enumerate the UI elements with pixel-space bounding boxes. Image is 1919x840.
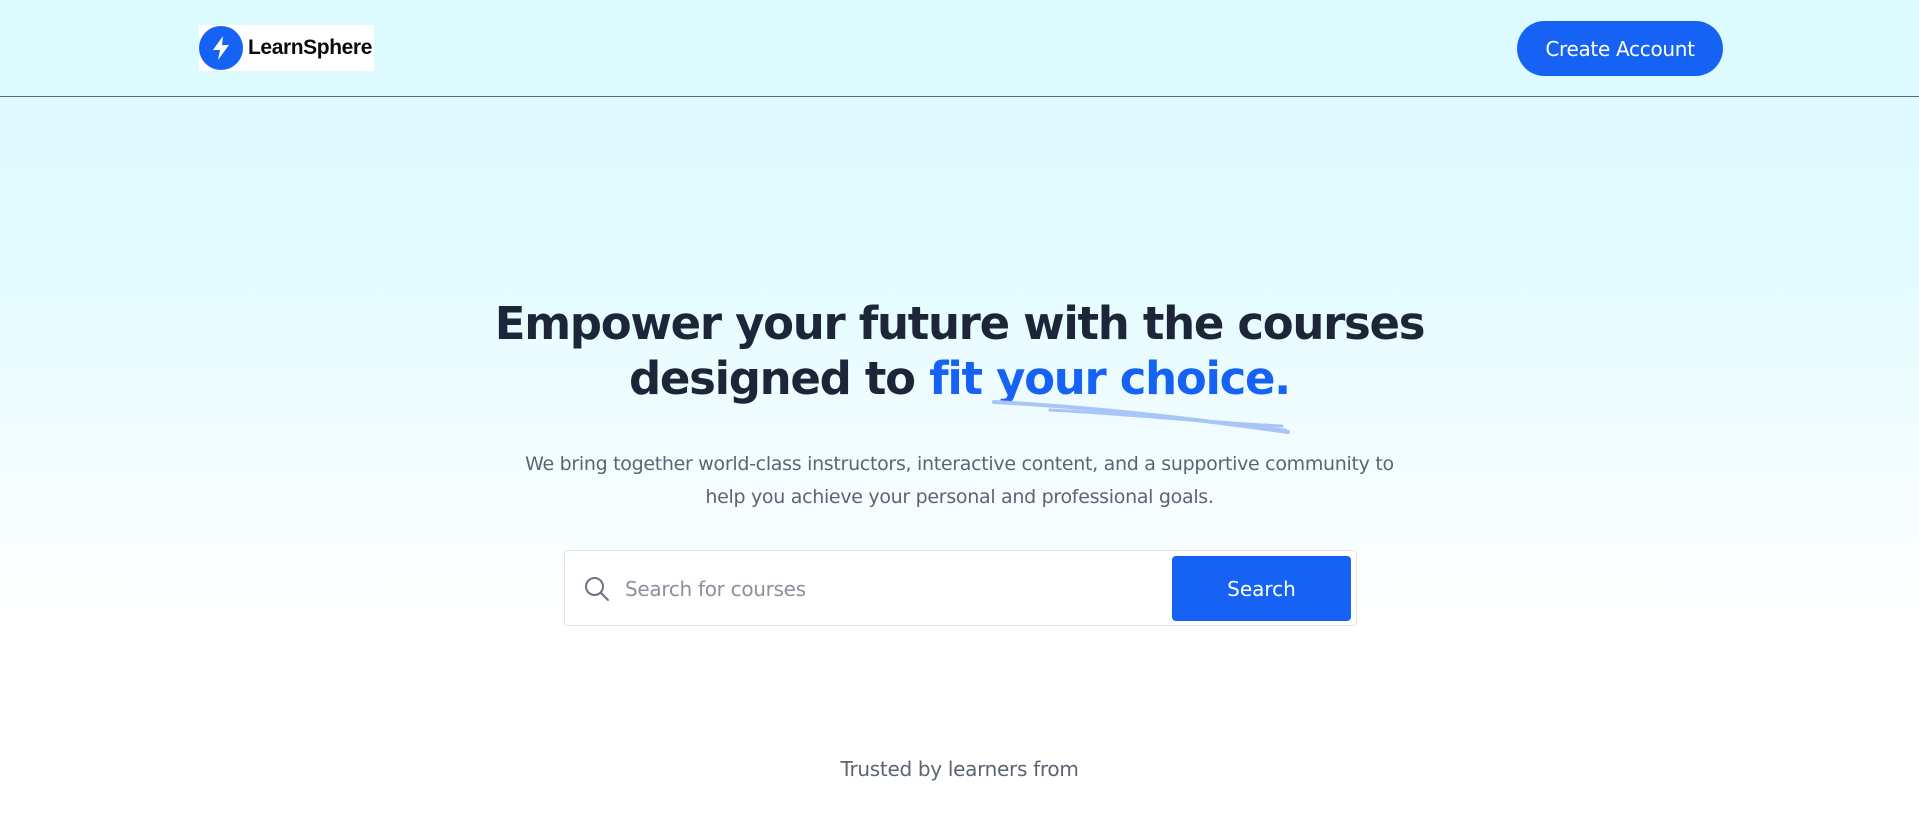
lightning-icon <box>199 26 243 70</box>
hero-subtitle: We bring together world-class instructor… <box>0 448 1919 514</box>
hero-title-line1: Empower your future with the courses <box>494 297 1426 350</box>
logo[interactable]: LearnSphere <box>199 25 374 71</box>
search-icon <box>585 577 609 601</box>
underline-scribble <box>992 400 1290 434</box>
site-header: LearnSphere Create Account <box>0 0 1919 97</box>
hero-title: Empower your future with the courses des… <box>0 296 1919 406</box>
hero-subtitle-line2: help you achieve your personal and profe… <box>705 486 1214 508</box>
search-button[interactable]: Search <box>1172 556 1351 621</box>
hero-title-line2: designed to fit your choice. <box>0 351 1919 406</box>
hero-subtitle-line1: We bring together world-class instructor… <box>525 453 1394 475</box>
trusted-by-label: Trusted by learners from <box>840 757 1079 781</box>
search-bar: Search <box>564 550 1357 626</box>
search-input[interactable] <box>623 565 1207 613</box>
create-account-button[interactable]: Create Account <box>1517 21 1723 76</box>
logo-text: LearnSphere <box>248 36 372 59</box>
hero-title-prefix: designed to <box>629 352 930 405</box>
